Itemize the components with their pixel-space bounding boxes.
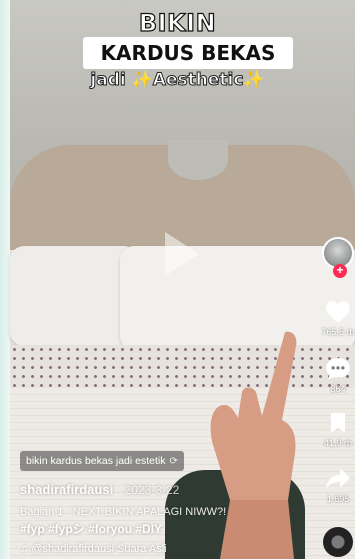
author-line[interactable]: shadirafirdausi · 2023-3-22 — [20, 482, 179, 497]
like-count: 765,5 rb — [321, 327, 355, 337]
pointing-hand — [210, 331, 297, 559]
pillow-left — [10, 246, 138, 346]
sound-link[interactable]: ♫ @shadirafirdausi Suara Asli — [20, 543, 167, 555]
post-date: · 2023-3-22 — [117, 483, 180, 497]
caption-pill[interactable]: bikin kardus bekas jadi estetik ⟳ — [20, 451, 184, 471]
headboard-dip — [168, 140, 228, 180]
comment-count: 864 — [330, 384, 346, 394]
comment-icon[interactable] — [325, 357, 351, 381]
save-count: 41,9 rb — [323, 438, 353, 448]
share-icon[interactable] — [325, 467, 351, 491]
author-name[interactable]: shadirafirdausi — [20, 482, 113, 497]
music-disc-icon[interactable] — [323, 527, 353, 557]
repost-icon: ⟳ — [169, 456, 178, 467]
heart-icon[interactable] — [325, 300, 351, 324]
bookmark-icon[interactable] — [325, 411, 351, 435]
overlay-title-3: jadi ✨Aesthetic✨ — [90, 70, 265, 91]
overlay-title-1: BIKIN — [138, 8, 217, 37]
caption-pill-text: bikin kardus bekas jadi estetik — [26, 455, 166, 467]
description-line: Bagian 1 : NEXT BIKIN APALAGI NIWW?! — [20, 506, 227, 518]
video-player[interactable]: BIKIN KARDUS BEKAS jadi ✨Aesthetic✨ + 76… — [0, 0, 355, 559]
video-description: Bagian 1 : NEXT BIKIN APALAGI NIWW?! — [20, 506, 300, 518]
overlay-title-2: KARDUS BEKAS — [83, 37, 293, 69]
follow-plus-icon[interactable]: + — [333, 264, 347, 278]
play-icon[interactable] — [165, 232, 199, 276]
share-count: 1.695 — [326, 494, 350, 504]
hashtags[interactable]: #fyp #fypシ #foryou #DIY — [20, 520, 162, 537]
floral-sheet — [10, 345, 355, 393]
